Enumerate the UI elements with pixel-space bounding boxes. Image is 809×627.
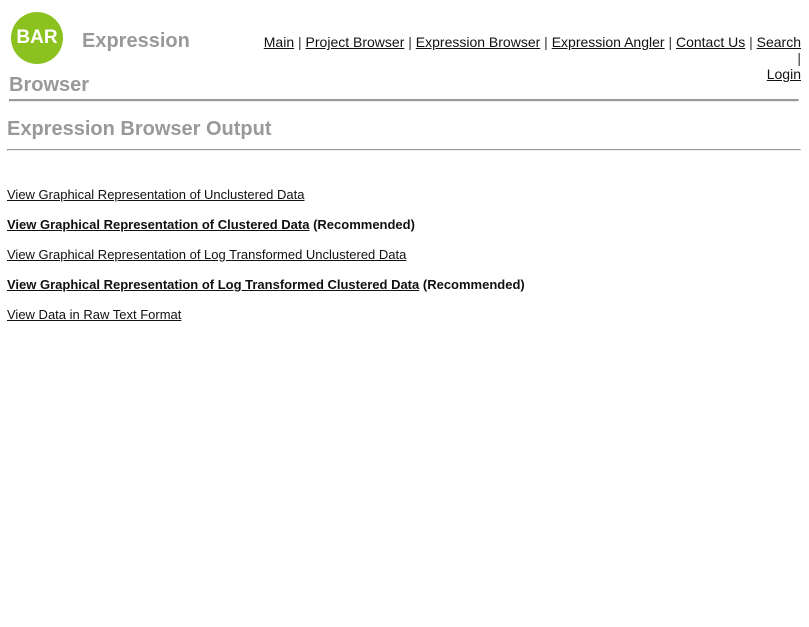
nav-link-expression-angler[interactable]: Expression Angler: [552, 34, 665, 50]
nav-link-login[interactable]: Login: [767, 66, 801, 82]
nav-link-expression-browser[interactable]: Expression Browser: [416, 34, 541, 50]
list-item: View Data in Raw Text Format: [7, 306, 525, 336]
list-item: View Graphical Representation of Unclust…: [7, 186, 525, 216]
recommended-note: (Recommended): [422, 277, 525, 292]
log-clustered-data-link[interactable]: View Graphical Representation of Log Tra…: [7, 277, 419, 292]
unclustered-data-link[interactable]: View Graphical Representation of Unclust…: [7, 187, 304, 202]
list-item: View Graphical Representation of Log Tra…: [7, 246, 525, 276]
output-link-list: View Graphical Representation of Unclust…: [7, 186, 525, 336]
header-divider: [9, 99, 799, 102]
site-title: Expression Browser: [9, 30, 190, 96]
nav-separator: |: [797, 50, 801, 66]
nav-separator: |: [298, 34, 302, 50]
nav-link-main[interactable]: Main: [264, 34, 294, 50]
top-navigation: Main | Project Browser | Expression Brow…: [260, 34, 801, 82]
raw-text-data-link[interactable]: View Data in Raw Text Format: [7, 307, 181, 322]
list-item: View Graphical Representation of Cluster…: [7, 216, 525, 246]
nav-separator: |: [668, 34, 673, 50]
recommended-note: (Recommended): [313, 217, 415, 232]
nav-separator: |: [408, 34, 412, 50]
nav-link-contact-us[interactable]: Contact Us: [676, 34, 745, 50]
title-divider: [7, 149, 801, 151]
log-unclustered-data-link[interactable]: View Graphical Representation of Log Tra…: [7, 247, 406, 262]
nav-link-search[interactable]: Search: [757, 34, 801, 50]
nav-link-project-browser[interactable]: Project Browser: [306, 34, 405, 50]
page-title: Expression Browser Output: [7, 118, 272, 140]
page-header: BAR Expression Browser Main | Project Br…: [0, 0, 809, 102]
list-item: View Graphical Representation of Log Tra…: [7, 276, 525, 306]
nav-separator: |: [749, 34, 753, 50]
clustered-data-link[interactable]: View Graphical Representation of Cluster…: [7, 217, 309, 232]
nav-separator: |: [544, 34, 548, 50]
